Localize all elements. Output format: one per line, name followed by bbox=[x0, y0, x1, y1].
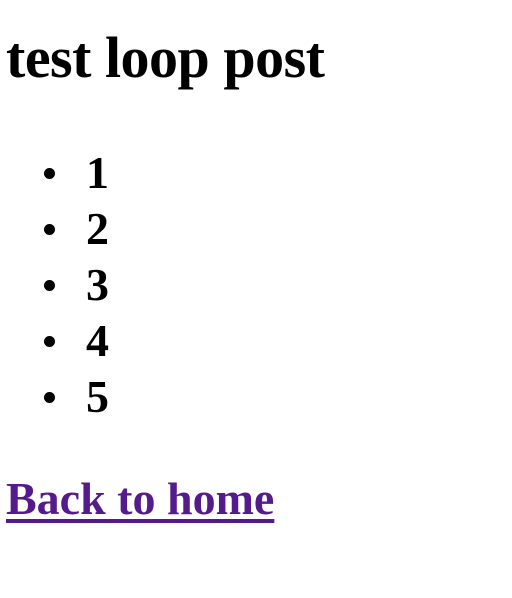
list-item-label: 5 bbox=[86, 371, 109, 422]
bullet-icon bbox=[44, 392, 55, 403]
back-to-home-link[interactable]: Back to home bbox=[6, 471, 274, 527]
list-item-label: 3 bbox=[86, 259, 109, 310]
bullet-icon bbox=[44, 224, 55, 235]
page-title: test loop post bbox=[6, 25, 325, 90]
bullet-icon bbox=[44, 336, 55, 347]
page: test loop post 1 2 3 4 5 Back to home bbox=[0, 0, 512, 598]
list-item-label: 1 bbox=[86, 147, 109, 198]
list-item-label: 2 bbox=[86, 203, 109, 254]
bullet-icon bbox=[44, 280, 55, 291]
list-item-label: 4 bbox=[86, 315, 109, 366]
bullet-icon bbox=[44, 168, 55, 179]
